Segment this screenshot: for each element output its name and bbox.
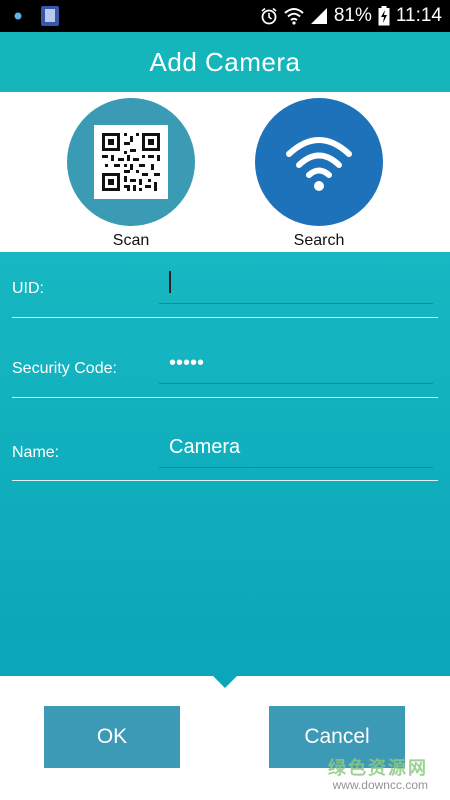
- status-bar: 81% 11:14: [0, 0, 450, 32]
- name-input[interactable]: [159, 428, 433, 468]
- text-cursor: [169, 271, 171, 293]
- watermark-text: 绿色资源网: [328, 758, 428, 779]
- uid-input[interactable]: [159, 264, 433, 304]
- notification-dot-icon: [14, 12, 22, 20]
- status-right: 81% 11:14: [260, 0, 442, 32]
- form-pointer: [213, 676, 237, 688]
- search-label: Search: [293, 232, 345, 249]
- security-code-row: Security Code:: [12, 336, 438, 398]
- wifi-icon: [284, 8, 304, 25]
- search-circle[interactable]: [255, 98, 383, 226]
- page-title: Add Camera: [149, 46, 301, 77]
- uid-row: UID:: [12, 256, 438, 318]
- uid-label: UID:: [12, 280, 44, 297]
- scan-button[interactable]: Scan: [66, 98, 196, 250]
- qr-code-icon: [94, 125, 168, 199]
- signal-icon: [310, 8, 327, 24]
- phone-app-icon: [41, 6, 59, 26]
- alarm-icon: [261, 7, 277, 25]
- scan-circle[interactable]: [67, 98, 195, 226]
- camera-form: UID: Security Code: Name:: [0, 252, 450, 676]
- watermark-url: www.downcc.com: [332, 777, 428, 792]
- search-button[interactable]: Search: [254, 98, 384, 250]
- action-bar: OK Cancel 绿色资源网 www.downcc.com: [0, 676, 450, 800]
- battery-percent: 81%: [333, 5, 372, 26]
- title-bar: Add Camera: [0, 32, 450, 92]
- name-row: Name:: [12, 420, 438, 481]
- name-label: Name:: [12, 444, 60, 461]
- wifi-search-icon: [286, 137, 352, 191]
- add-method-panel: Scan Search: [0, 92, 450, 252]
- watermark: 绿色资源网 www.downcc.com: [328, 758, 428, 792]
- security-code-label: Security Code:: [12, 360, 117, 377]
- security-code-input[interactable]: [159, 344, 433, 384]
- status-time: 11:14: [395, 5, 442, 26]
- battery-charging-icon: [378, 6, 390, 26]
- scan-label: Scan: [112, 232, 150, 249]
- ok-button[interactable]: OK: [44, 706, 180, 768]
- status-left-icons: [14, 6, 60, 26]
